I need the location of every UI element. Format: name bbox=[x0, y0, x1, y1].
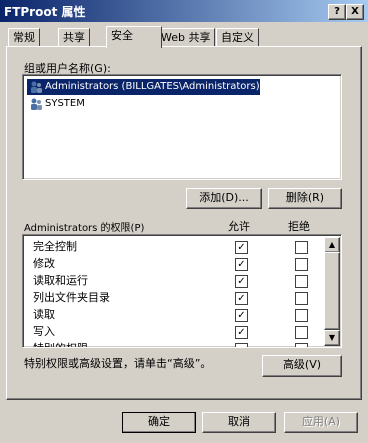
deny-checkbox[interactable] bbox=[295, 275, 308, 288]
users-list[interactable]: Administrators (BILLGATES\Administrators… bbox=[22, 74, 342, 180]
advanced-hint: 特别权限或高级设置，请单击“高级”。 bbox=[24, 357, 212, 370]
user-group-icon bbox=[29, 97, 43, 111]
add-button[interactable]: 添加(D)... bbox=[186, 188, 262, 209]
user-group-icon bbox=[29, 80, 43, 94]
allow-checkbox[interactable]: ✓ bbox=[235, 241, 248, 254]
permission-row: 读取和运行 bbox=[33, 272, 88, 289]
tab-security[interactable]: 安全 bbox=[106, 26, 162, 48]
tab-sharing[interactable]: 共享 bbox=[58, 28, 90, 47]
permission-row: 写入 bbox=[33, 323, 55, 340]
allow-checkbox[interactable]: ✓ bbox=[235, 292, 248, 305]
permissions-scrollbar[interactable]: ▲ ▼ bbox=[324, 237, 340, 346]
permission-name: 写入 bbox=[33, 325, 55, 338]
deny-checkbox[interactable] bbox=[295, 258, 308, 271]
permission-row: 修改 bbox=[33, 255, 55, 272]
permission-row: 特别的权限 bbox=[33, 340, 88, 347]
allow-header: 允许 bbox=[228, 220, 250, 233]
deny-checkbox[interactable] bbox=[295, 326, 308, 339]
close-button[interactable]: X bbox=[346, 4, 364, 20]
allow-checkbox[interactable]: ✓ bbox=[235, 326, 248, 339]
permission-name: 特别的权限 bbox=[33, 342, 88, 347]
permission-name: 读取 bbox=[33, 308, 55, 321]
permission-row: 列出文件夹目录 bbox=[33, 289, 110, 306]
window-title: FTProot 属性 bbox=[4, 5, 86, 19]
tab-general[interactable]: 常规 bbox=[8, 28, 40, 47]
deny-checkbox[interactable] bbox=[295, 343, 308, 347]
list-item-label: SYSTEM bbox=[45, 98, 85, 109]
scroll-down-icon[interactable]: ▼ bbox=[324, 330, 340, 346]
list-item-system[interactable]: SYSTEM bbox=[27, 96, 85, 112]
advanced-button[interactable]: 高级(V) bbox=[262, 355, 342, 377]
permission-row: 完全控制 bbox=[33, 238, 77, 255]
permission-name: 修改 bbox=[33, 257, 55, 270]
list-item-label: Administrators (BILLGATES\Administrators… bbox=[45, 81, 260, 92]
permission-name: 读取和运行 bbox=[33, 274, 88, 287]
allow-checkbox[interactable]: ✓ bbox=[235, 275, 248, 288]
deny-header: 拒绝 bbox=[288, 220, 310, 233]
allow-checkbox[interactable] bbox=[235, 343, 248, 347]
remove-button[interactable]: 删除(R) bbox=[268, 188, 342, 209]
help-button[interactable]: ? bbox=[328, 4, 346, 20]
deny-checkbox[interactable] bbox=[295, 241, 308, 254]
permission-name: 完全控制 bbox=[33, 240, 77, 253]
apply-button[interactable]: 应用(A) bbox=[284, 412, 358, 433]
permissions-label: Administrators 的权限(P) bbox=[24, 223, 145, 234]
tab-web-sharing[interactable]: Web 共享 bbox=[156, 28, 216, 47]
deny-checkbox[interactable] bbox=[295, 292, 308, 305]
permissions-list[interactable]: 完全控制 ✓ 修改 ✓ 读取和运行 ✓ 列出文件夹目录 ✓ 读取 ✓ 写入 ✓ 特别的权限 ▲ ▼ bbox=[22, 234, 342, 348]
list-item-administrators[interactable]: Administrators (BILLGATES\Administrators… bbox=[26, 78, 261, 96]
allow-checkbox[interactable]: ✓ bbox=[235, 309, 248, 322]
title-bar[interactable]: FTProot 属性 ? X bbox=[0, 0, 368, 22]
scroll-up-icon[interactable]: ▲ bbox=[324, 237, 340, 253]
tab-custom[interactable]: 自定义 bbox=[216, 28, 259, 47]
scroll-thumb[interactable] bbox=[324, 252, 340, 330]
ok-button[interactable]: 确定 bbox=[122, 412, 196, 433]
permission-row: 读取 bbox=[33, 306, 55, 323]
cancel-button[interactable]: 取消 bbox=[202, 412, 276, 433]
deny-checkbox[interactable] bbox=[295, 309, 308, 322]
permission-name: 列出文件夹目录 bbox=[33, 291, 110, 304]
allow-checkbox[interactable]: ✓ bbox=[235, 258, 248, 271]
